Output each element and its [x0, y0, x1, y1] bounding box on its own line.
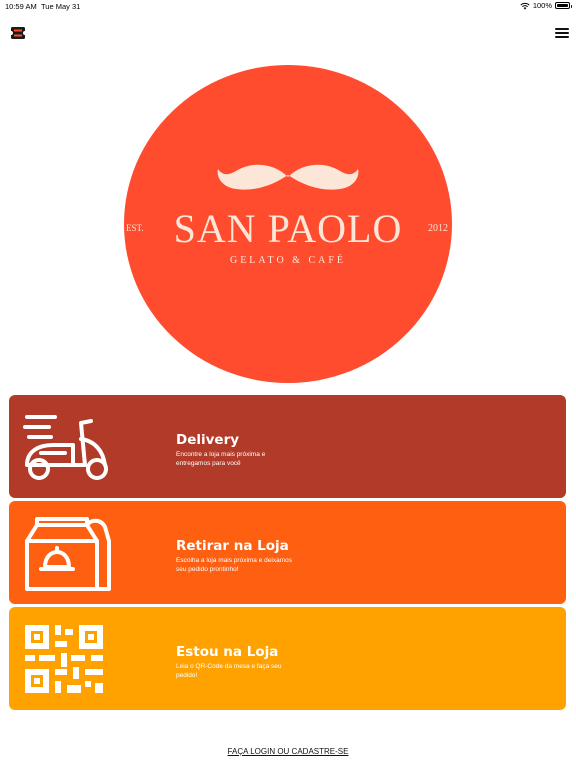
login-signup-link[interactable]: FAÇA LOGIN OU CADASTRE-SE [0, 747, 576, 756]
logo-name: SAN PAOLO [173, 206, 403, 251]
wifi-icon [520, 2, 530, 9]
pickup-title: Retirar na Loja [176, 538, 289, 554]
status-date: Tue May 31 [41, 2, 81, 11]
instore-title: Estou na Loja [176, 644, 279, 660]
status-time: 10:59 AM [5, 2, 37, 11]
qr-code-icon [25, 625, 103, 693]
battery-fill [557, 4, 568, 7]
takeaway-bag-icon [25, 517, 111, 591]
delivery-description: Encontre a loja mais próxima e entregamo… [176, 451, 266, 467]
ticket-logo-icon[interactable] [10, 26, 26, 40]
delivery-option-card[interactable]: Delivery Encontre a loja mais próxima e … [9, 395, 566, 498]
pickup-description: Escolha a loja mais próxima e deixamos s… [176, 557, 292, 573]
menu-line [555, 28, 569, 30]
instore-description: Leia o QR-Code da mesa e faça seu pedido… [176, 663, 282, 679]
scooter-icon [23, 415, 108, 480]
brand-logo: EST. SAN PAOLO 2012 GELATO & CAFÉ [124, 65, 452, 383]
menu-line [555, 32, 569, 34]
logo-year: 2012 [428, 223, 448, 234]
battery-icon [555, 2, 572, 9]
hamburger-menu-icon[interactable] [554, 25, 570, 41]
status-bar: 10:59 AM Tue May 31 100% [0, 0, 576, 14]
pickup-option-card[interactable]: Retirar na Loja Escolha a loja mais próx… [9, 501, 566, 604]
delivery-title: Delivery [176, 432, 240, 448]
instore-option-card[interactable]: Estou na Loja Leia o QR-Code da mesa e f… [9, 607, 566, 710]
logo-tagline: GELATO & CAFÉ [229, 255, 347, 266]
menu-line [555, 36, 569, 38]
status-indicators: 100% [520, 1, 572, 10]
battery-percent: 100% [532, 1, 552, 10]
